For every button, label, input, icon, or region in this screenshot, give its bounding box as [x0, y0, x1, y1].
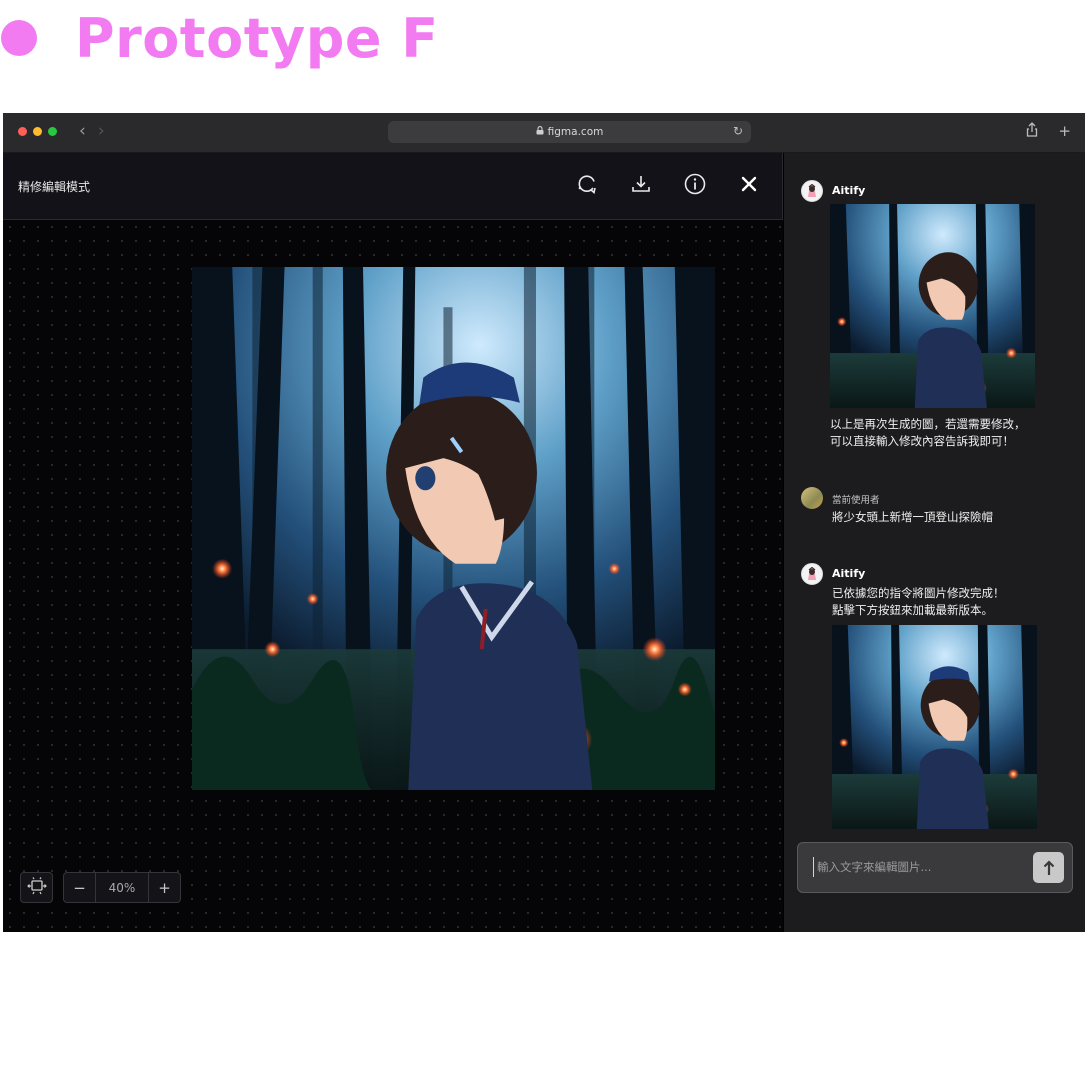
browser-toolbar: ‹ › figma.com ↻ + — [3, 113, 1085, 153]
browser-actions: + — [1026, 122, 1071, 141]
address-bar[interactable]: figma.com ↻ — [388, 121, 751, 143]
close-icon[interactable] — [738, 173, 760, 195]
zoom-out-button[interactable]: − — [64, 873, 95, 902]
chat-panel: Aitify 以上是再次生成的圖，若還需要修改， 可以直接輸入修改內容告訴我即可… — [784, 153, 1085, 932]
message-text: 將少女頭上新增一頂登山探險帽 — [832, 510, 993, 524]
new-tab-icon[interactable]: + — [1058, 122, 1071, 141]
send-button[interactable] — [1033, 852, 1064, 883]
zoom-level: 40% — [95, 873, 149, 902]
forest-girl-artwork[interactable] — [192, 267, 715, 790]
chat-message-ai: Aitify 已依據您的指令將圖片修改完成！ 點擊下方按鈕來加載最新版本。 — [801, 563, 1071, 833]
aitify-avatar — [801, 180, 823, 202]
chat-message-user: 當前使用者 將少女頭上新增一頂登山探險帽 — [801, 487, 1071, 527]
user-avatar — [801, 487, 823, 509]
chat-input-box — [797, 842, 1073, 893]
aitify-avatar — [801, 563, 823, 585]
generated-image-thumbnail[interactable] — [830, 204, 1035, 408]
nav-arrows: ‹ › — [79, 121, 105, 141]
editor-header: 精修編輯模式 — [3, 153, 782, 220]
download-icon[interactable] — [630, 173, 652, 195]
maximize-window-button[interactable] — [48, 127, 57, 136]
message-line: 已依據您的指令將圖片修改完成！ — [832, 586, 1005, 600]
fit-screen-icon — [26, 876, 47, 899]
reload-icon[interactable]: ↻ — [733, 124, 743, 138]
message-line: 點擊下方按鈕來加載最新版本。 — [832, 603, 993, 617]
forward-arrow-icon[interactable]: › — [98, 121, 105, 141]
heading-dot — [1, 20, 37, 56]
sender-name: Aitify — [832, 567, 866, 580]
message-line: 以上是再次生成的圖，若還需要修改， — [830, 417, 1026, 431]
message-text: 已依據您的指令將圖片修改完成！ 點擊下方按鈕來加載最新版本。 — [832, 585, 1072, 619]
heading-title: Prototype F — [75, 6, 439, 70]
editing-canvas[interactable]: − 40% + — [3, 220, 783, 932]
prototype-heading: Prototype F — [0, 6, 439, 70]
share-icon[interactable] — [1026, 122, 1038, 141]
edit-prompt-input[interactable] — [813, 857, 1013, 877]
fit-screen-button[interactable] — [20, 872, 53, 903]
message-text: 以上是再次生成的圖，若還需要修改， 可以直接輸入修改內容告訴我即可！ — [830, 416, 1070, 450]
message-line: 可以直接輸入修改內容告訴我即可！ — [830, 434, 1014, 448]
regenerate-icon[interactable] — [576, 173, 598, 195]
info-icon[interactable] — [684, 173, 706, 195]
browser-window: ‹ › figma.com ↻ + 精修編輯模式 − 40% + Aitify … — [3, 113, 1085, 932]
minimize-window-button[interactable] — [33, 127, 42, 136]
chat-message-ai: Aitify 以上是再次生成的圖，若還需要修改， 可以直接輸入修改內容告訴我即可… — [801, 180, 1071, 455]
url-text: figma.com — [547, 126, 604, 138]
sender-name: Aitify — [832, 184, 866, 197]
editor-pane: 精修編輯模式 − 40% + — [3, 153, 783, 932]
editor-toolbar — [576, 173, 760, 195]
lock-icon — [536, 126, 544, 138]
edited-image-thumbnail[interactable] — [832, 625, 1037, 829]
mode-label: 精修編輯模式 — [18, 180, 91, 194]
window-controls — [18, 127, 57, 136]
close-window-button[interactable] — [18, 127, 27, 136]
sender-name: 當前使用者 — [832, 495, 880, 506]
zoom-in-button[interactable]: + — [149, 873, 180, 902]
back-arrow-icon[interactable]: ‹ — [79, 121, 86, 141]
zoom-control: − 40% + — [63, 872, 181, 903]
